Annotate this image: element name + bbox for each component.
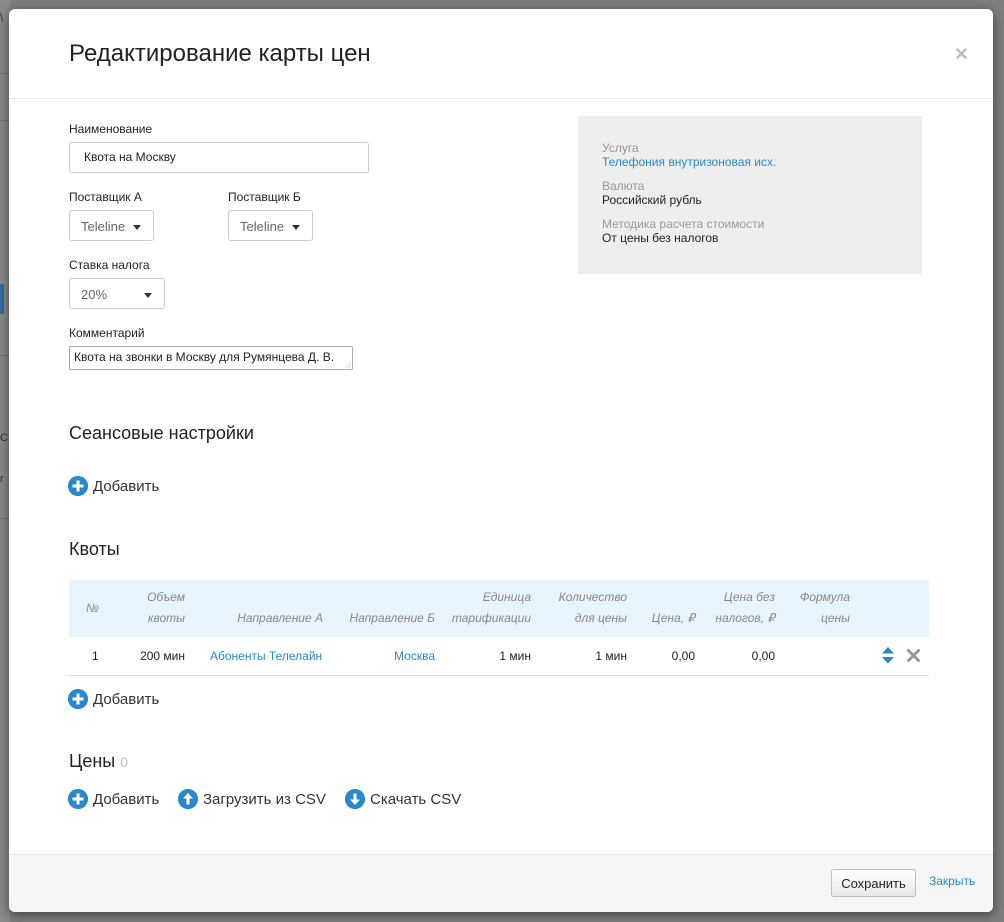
prices-title: Цены 0 <box>69 751 128 772</box>
col-unit: Единица тарификации <box>440 587 531 629</box>
col-price-net-line1: Цена без <box>723 590 775 604</box>
edit-price-map-modal: Редактирование карты цен × Наименование … <box>9 9 993 912</box>
col-volume-line1: Объем <box>147 590 185 604</box>
currency-value: Российский рубль <box>602 193 702 207</box>
prices-title-text: Цены <box>69 751 116 771</box>
upload-csv-button[interactable]: Загрузить из CSV <box>178 789 338 811</box>
quota-add-label: Добавить <box>93 691 160 708</box>
upload-csv-label: Загрузить из CSV <box>203 791 326 808</box>
session-add-button[interactable]: Добавить <box>68 476 168 498</box>
background-text-fragment: \ <box>0 12 4 24</box>
close-icon[interactable]: × <box>955 43 968 65</box>
caret-down-icon <box>144 293 152 298</box>
name-input[interactable]: Квота на Москву <box>69 142 369 173</box>
session-add-label: Добавить <box>93 478 160 495</box>
col-direction-b: Направление Б <box>349 611 435 625</box>
row-direction-b-link[interactable]: Москва <box>335 649 435 663</box>
col-unit-line1: Единица <box>482 590 531 604</box>
method-label: Методика расчета стоимости <box>602 217 765 231</box>
download-csv-label: Скачать CSV <box>370 791 462 808</box>
quota-add-button[interactable]: Добавить <box>68 689 168 711</box>
modal-title: Редактирование карты цен <box>69 40 371 67</box>
col-price: Цена, ₽ <box>651 611 695 625</box>
col-quantity-line1: Количество <box>558 590 627 604</box>
row-price: 0,00 <box>671 649 695 663</box>
comment-label: Комментарий <box>69 326 145 340</box>
col-volume-line2: квоты <box>147 611 185 625</box>
download-csv-button[interactable]: Скачать CSV <box>345 789 465 811</box>
caret-down-icon <box>292 225 300 230</box>
tax-label: Ставка налога <box>69 258 150 272</box>
method-value: От цены без налогов <box>602 231 719 245</box>
supplier-b-value: Teleline <box>240 219 285 234</box>
supplier-a-value: Teleline <box>81 219 126 234</box>
close-link[interactable]: Закрыть <box>929 874 975 888</box>
arrow-down-circle-icon <box>345 789 365 809</box>
row-direction-a-link[interactable]: Абоненты Телелайн <box>210 649 322 663</box>
supplier-b-label: Поставщик Б <box>228 190 301 204</box>
col-formula-line2: цены <box>821 611 850 625</box>
sort-arrows-icon[interactable] <box>882 647 894 664</box>
supplier-a-select[interactable]: Teleline <box>69 210 154 241</box>
plus-circle-icon <box>68 476 88 496</box>
row-volume: 200 мин <box>140 649 185 663</box>
col-volume: Объем квоты <box>125 587 185 629</box>
background-text-fragment: r <box>0 473 4 485</box>
row-unit: 1 мин <box>499 649 531 663</box>
session-settings-title: Сеансовые настройки <box>69 423 254 443</box>
prices-count: 0 <box>120 754 129 770</box>
currency-label: Валюта <box>602 179 645 193</box>
supplier-b-select[interactable]: Teleline <box>228 210 313 241</box>
quotas-title: Квоты <box>69 539 120 559</box>
quotas-table-header: № Объем квоты Направление А Направление … <box>69 580 929 637</box>
modal-footer: Сохранить Закрыть <box>9 854 993 912</box>
caret-down-icon <box>133 225 141 230</box>
service-info-panel: Услуга Телефония внутризоновая исх. Валю… <box>578 116 922 274</box>
col-quantity: Количество для цены <box>547 587 627 629</box>
resize-handle-icon[interactable] <box>345 362 351 368</box>
arrow-up-circle-icon <box>178 789 198 809</box>
delete-x-icon[interactable] <box>907 649 920 662</box>
background-text-fragment: С <box>0 432 8 444</box>
comment-text: Квота на звонки в Москву для Румянцева Д… <box>74 350 335 364</box>
tax-value: 20% <box>81 287 108 302</box>
name-label: Наименование <box>69 122 153 136</box>
row-price-net: 0,00 <box>751 649 775 663</box>
col-unit-line2: тарификации <box>451 611 531 625</box>
supplier-a-label: Поставщик А <box>69 190 142 204</box>
col-direction-a: Направление А <box>237 611 323 625</box>
table-row: 1 200 мин Абоненты Телелайн Москва 1 мин… <box>69 637 929 676</box>
tax-select[interactable]: 20% <box>69 278 165 309</box>
row-num: 1 <box>92 649 99 663</box>
service-link[interactable]: Телефония внутризоновая исх. <box>602 155 776 169</box>
service-label: Услуга <box>602 141 639 155</box>
price-add-button[interactable]: Добавить <box>68 789 168 811</box>
plus-circle-icon <box>68 789 88 809</box>
plus-circle-icon <box>68 689 88 709</box>
modal-header: Редактирование карты цен × <box>9 9 993 99</box>
col-formula-line1: Формула <box>799 590 850 604</box>
save-button[interactable]: Сохранить <box>831 869 916 897</box>
comment-textarea[interactable]: Квота на звонки в Москву для Румянцева Д… <box>69 346 353 370</box>
price-add-label: Добавить <box>93 791 160 808</box>
background-button-fragment <box>0 284 4 314</box>
col-price-net-line2: налогов, ₽ <box>715 611 775 625</box>
col-formula: Формула цены <box>787 587 850 629</box>
col-quantity-line2: для цены <box>574 611 627 625</box>
col-price-net: Цена без налогов, ₽ <box>705 587 775 629</box>
col-num: № <box>86 601 99 615</box>
row-quantity: 1 мин <box>595 649 627 663</box>
